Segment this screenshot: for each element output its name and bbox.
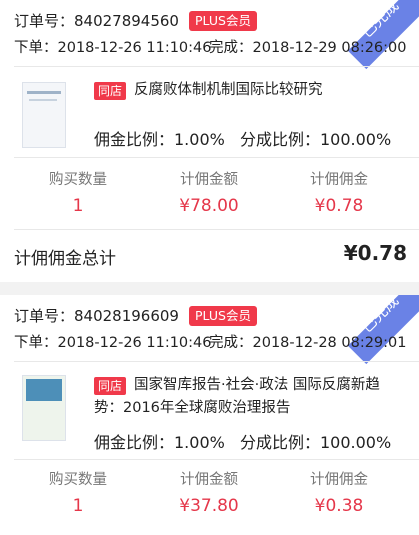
quantity-label: 购买数量 xyxy=(49,472,107,488)
plus-member-badge: PLUS会员 xyxy=(188,305,257,326)
commission-value: ¥0.38 xyxy=(314,496,364,516)
time-row: 下单：2018-12-26 11:10:46 完成：2018-12-29 08:… xyxy=(14,36,414,57)
total-value: ¥0.78 xyxy=(343,241,407,265)
order-time: 下单：2018-12-26 11:10:46 xyxy=(14,335,212,351)
divider xyxy=(14,157,419,158)
product-title[interactable]: 国家智库报告·社会·政法 国际反腐新趋势：2016年全球腐败治理报告 xyxy=(94,374,404,420)
divider xyxy=(14,229,419,230)
commission-value-label: 计佣佣金 xyxy=(310,472,368,488)
time-row: 下单：2018-12-26 11:10:46 完成：2018-12-28 08:… xyxy=(14,331,414,352)
commission-amount-label: 计佣金额 xyxy=(180,172,238,188)
commission-amount-value: ¥37.80 xyxy=(179,496,239,516)
commission-amount-label: 计佣金额 xyxy=(180,472,238,488)
order-number-row: 订单号：84028196609 PLUS会员 xyxy=(14,305,257,326)
completion-time: 完成：2018-12-28 08:29:01 xyxy=(209,335,407,351)
divider xyxy=(14,459,419,460)
divider xyxy=(14,361,419,362)
product-thumbnail[interactable] xyxy=(22,375,66,441)
split-rate: 分成比例：100.00% xyxy=(240,433,392,452)
commission-value: ¥0.78 xyxy=(314,196,364,216)
quantity-label: 购买数量 xyxy=(49,172,107,188)
product-thumbnail[interactable] xyxy=(22,82,66,148)
commission-value-label: 计佣佣金 xyxy=(310,172,368,188)
commission-rate: 佣金比例：1.00% xyxy=(94,433,225,452)
order-number: 订单号：84027894560 xyxy=(14,12,179,30)
book-cover-line xyxy=(29,99,57,101)
product-title[interactable]: 反腐败体制机制国际比较研究 xyxy=(94,79,404,102)
plus-member-badge: PLUS会员 xyxy=(188,10,257,31)
total-label: 计佣佣金总计 xyxy=(14,249,116,269)
completion-time: 完成：2018-12-29 08:26:00 xyxy=(209,40,407,56)
order-number-row: 订单号：84027894560 PLUS会员 xyxy=(14,10,257,31)
split-rate: 分成比例：100.00% xyxy=(240,130,392,149)
order-card[interactable]: 订单号：84027894560 PLUS会员 已完成 下单：2018-12-26… xyxy=(0,0,419,282)
divider xyxy=(14,66,419,67)
rate-row: 佣金比例：1.00% 分成比例：100.00% xyxy=(94,126,391,150)
book-cover-line xyxy=(27,91,61,94)
order-number: 订单号：84028196609 xyxy=(14,307,179,325)
commission-rate: 佣金比例：1.00% xyxy=(94,130,225,149)
order-time: 下单：2018-12-26 11:10:46 xyxy=(14,40,212,56)
book-cover-band xyxy=(26,379,62,401)
quantity-value: 1 xyxy=(72,496,84,516)
quantity-value: 1 xyxy=(72,196,84,216)
commission-amount-value: ¥78.00 xyxy=(179,196,239,216)
rate-row: 佣金比例：1.00% 分成比例：100.00% xyxy=(94,429,391,453)
order-card[interactable]: 订单号：84028196609 PLUS会员 已完成 下单：2018-12-26… xyxy=(0,295,419,535)
